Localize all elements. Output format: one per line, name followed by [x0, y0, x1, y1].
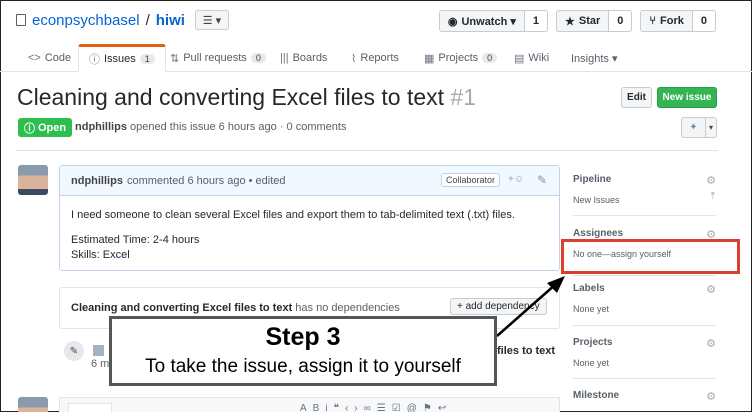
- step-text: To take the issue, assign it to yourself: [145, 356, 461, 377]
- step-heading: Step 3: [265, 323, 341, 351]
- step-callout: Step 3 To take the issue, assign it to y…: [109, 316, 497, 386]
